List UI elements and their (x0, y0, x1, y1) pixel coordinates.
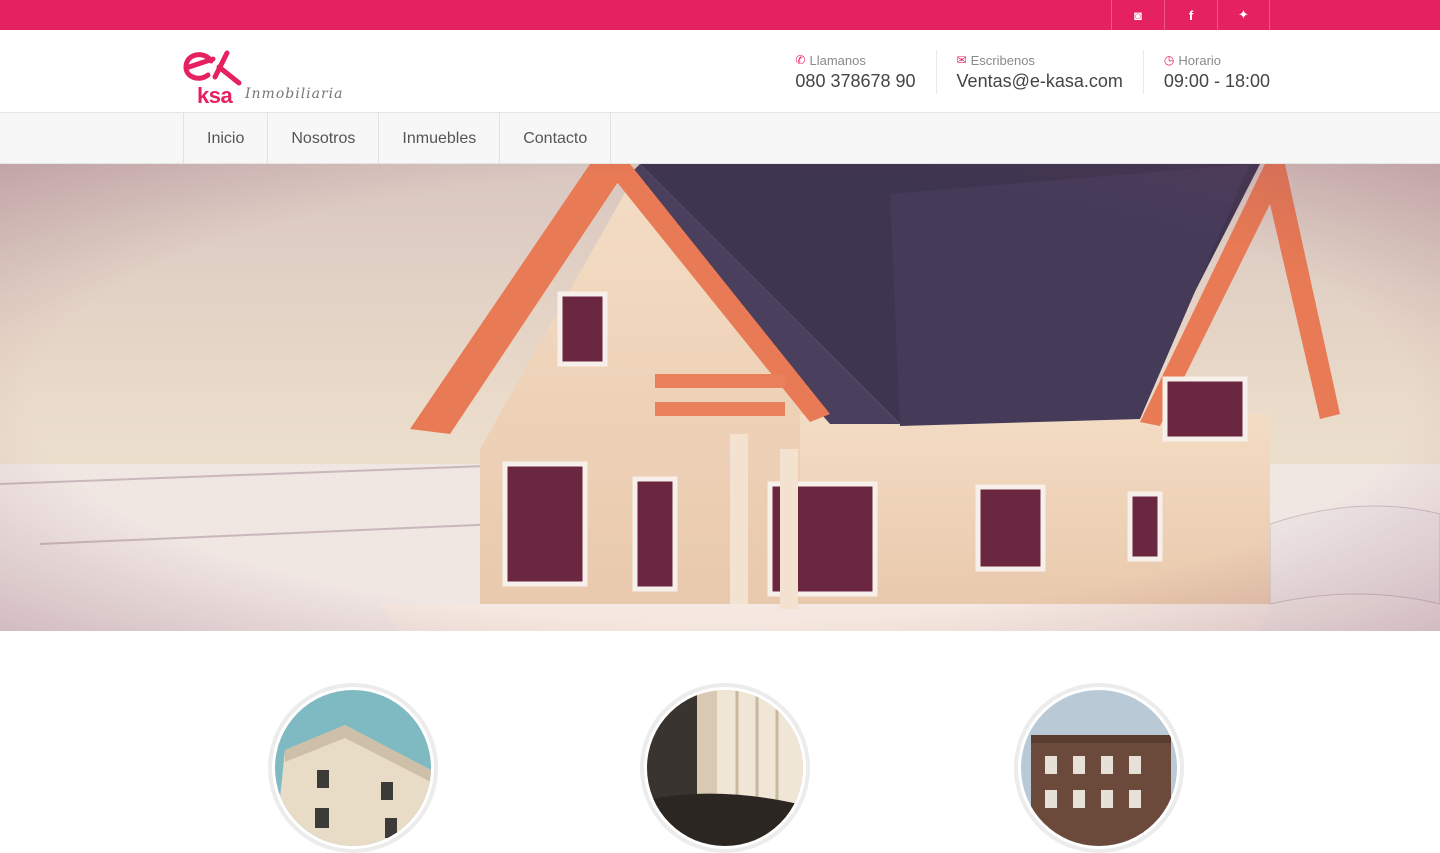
email-label: Escribenos (970, 52, 1035, 68)
facebook-icon[interactable]: f (1164, 0, 1217, 30)
interior-hallway-image (647, 690, 803, 846)
contact-info: ✆ Llamanos 080 378678 90 ✉ Escribenos Vent… (795, 50, 1270, 94)
contact-phone: ✆ Llamanos 080 378678 90 (795, 50, 935, 94)
main-nav: Inicio Nosotros Inmuebles Contacto (0, 113, 1440, 164)
phone-icon: ✆ (795, 53, 806, 67)
nav-item-inmuebles[interactable]: Inmuebles (379, 113, 501, 164)
site-header: ksa Inmobiliaria ✆ Llamanos 080 378678 90… (0, 30, 1440, 113)
logo-ksa-text: ksa (197, 83, 233, 108)
contact-hours: ◷ Horario 09:00 - 18:00 (1142, 50, 1270, 94)
instagram-icon[interactable]: ◙ (1111, 0, 1164, 30)
logo-subtitle: Inmobiliaria (245, 86, 344, 102)
top-social-bar: ◙ f ✦ (0, 0, 1440, 30)
property-thumbnail-2[interactable] (640, 683, 810, 853)
hours-label: Horario (1178, 52, 1222, 68)
property-thumbnail-3[interactable] (1014, 683, 1184, 853)
clock-icon: ◷ (1163, 53, 1175, 67)
hero-banner-image (0, 164, 1440, 631)
contact-email: ✉ Escribenos Ventas@e-kasa.com (935, 50, 1143, 94)
brick-building-image (1021, 690, 1177, 846)
property-thumbnail-1[interactable] (268, 683, 438, 853)
nav-item-inicio[interactable]: Inicio (184, 113, 269, 164)
building-facade-image (275, 690, 431, 846)
nav-item-nosotros[interactable]: Nosotros (268, 113, 380, 164)
hours-value: 09:00 - 18:00 (1163, 71, 1270, 91)
nav-item-contacto[interactable]: Contacto (500, 113, 612, 164)
envelope-icon: ✉ (956, 53, 967, 67)
phone-value[interactable]: 080 378678 90 (795, 71, 915, 92)
site-logo[interactable]: ksa Inmobiliaria (183, 47, 353, 108)
social-links: ◙ f ✦ (1111, 0, 1270, 30)
email-value[interactable]: Ventas@e-kasa.com (957, 71, 1123, 92)
phone-label: Llamanos (809, 52, 866, 68)
twitter-icon[interactable]: ✦ (1217, 0, 1270, 30)
